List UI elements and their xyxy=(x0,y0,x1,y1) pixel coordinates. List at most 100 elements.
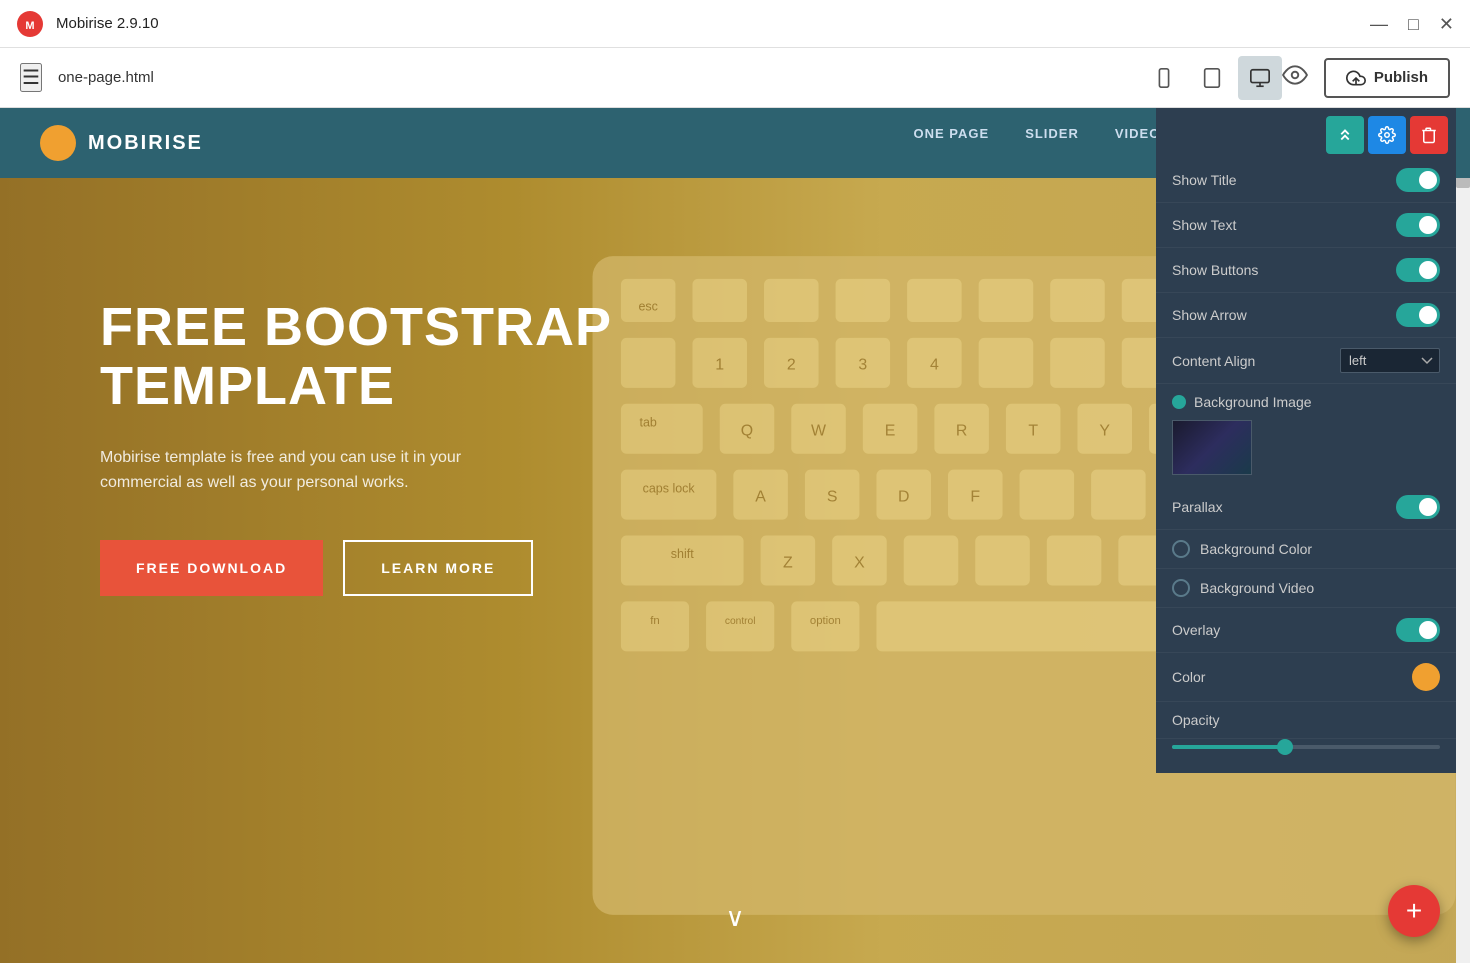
content-align-select[interactable]: left center right xyxy=(1340,348,1440,373)
hero-content: FREE BOOTSTRAP TEMPLATE Mobirise templat… xyxy=(100,298,660,596)
tablet-icon xyxy=(1201,67,1223,89)
parallax-label: Parallax xyxy=(1172,499,1396,515)
show-arrow-row: Show Arrow xyxy=(1156,293,1456,338)
minimize-button[interactable]: — xyxy=(1370,15,1388,33)
background-color-radio[interactable] xyxy=(1172,540,1190,558)
show-buttons-toggle[interactable] xyxy=(1396,258,1440,282)
fab-add-button[interactable]: + xyxy=(1388,885,1440,937)
show-arrow-label: Show Arrow xyxy=(1172,307,1396,323)
svg-text:T: T xyxy=(1028,423,1038,440)
svg-text:4: 4 xyxy=(929,357,938,374)
toggle-track xyxy=(1396,303,1440,327)
content-align-row: Content Align left center right xyxy=(1156,338,1456,384)
toggle-track xyxy=(1396,495,1440,519)
hero-title: FREE BOOTSTRAP TEMPLATE xyxy=(100,298,660,417)
svg-text:F: F xyxy=(970,488,980,505)
hero-subtitle: Mobirise template is free and you can us… xyxy=(100,445,540,496)
show-arrow-toggle[interactable] xyxy=(1396,303,1440,327)
maximize-button[interactable]: □ xyxy=(1408,15,1419,33)
eye-icon xyxy=(1282,62,1308,88)
toggle-thumb xyxy=(1419,498,1437,516)
svg-text:S: S xyxy=(826,488,837,505)
site-logo: MOBIRISE xyxy=(40,125,203,161)
bg-active-indicator xyxy=(1172,395,1186,409)
opacity-label-row: Opacity xyxy=(1156,702,1456,739)
background-image-label: Background Image xyxy=(1194,394,1440,410)
free-download-button[interactable]: FREE DOWNLOAD xyxy=(100,540,323,596)
opacity-slider-container xyxy=(1156,739,1456,753)
svg-text:3: 3 xyxy=(858,357,867,374)
preview-button[interactable] xyxy=(1282,62,1308,94)
bg-image-thumbnail-container xyxy=(1156,420,1456,485)
overlay-row: Overlay xyxy=(1156,608,1456,653)
menu-button[interactable]: ☰ xyxy=(20,63,42,92)
svg-text:1: 1 xyxy=(715,357,724,374)
mobile-icon xyxy=(1153,67,1175,89)
parallax-row: Parallax xyxy=(1156,485,1456,530)
preview-area: MOBIRISE ONE PAGE SLIDER VIDEO BG BLOG D… xyxy=(0,108,1470,963)
svg-text:E: E xyxy=(884,423,895,440)
background-color-row: Background Color xyxy=(1156,530,1456,569)
plus-icon: + xyxy=(1406,897,1422,925)
svg-text:2: 2 xyxy=(786,357,795,374)
scroll-arrow[interactable]: ∨ xyxy=(725,902,744,933)
toggle-track xyxy=(1396,213,1440,237)
settings-panel: Show Title Show Text Show Buttons xyxy=(1156,108,1456,773)
toggle-thumb xyxy=(1419,216,1437,234)
learn-more-button[interactable]: LEARN MORE xyxy=(343,540,533,596)
svg-text:shift: shift xyxy=(670,547,693,561)
svg-text:Y: Y xyxy=(1099,423,1110,440)
logo-text: MOBIRISE xyxy=(88,132,203,155)
bg-image-thumbnail[interactable] xyxy=(1172,420,1252,475)
publish-button[interactable]: Publish xyxy=(1324,58,1450,98)
parallax-toggle[interactable] xyxy=(1396,495,1440,519)
tablet-view-button[interactable] xyxy=(1190,56,1234,100)
toolbar: ☰ one-page.html xyxy=(0,48,1470,108)
opacity-slider-track[interactable] xyxy=(1172,745,1440,749)
mobile-view-button[interactable] xyxy=(1142,56,1186,100)
title-bar: M Mobirise 2.9.10 — □ ✕ xyxy=(0,0,1470,48)
svg-text:Z: Z xyxy=(783,554,793,571)
show-buttons-label: Show Buttons xyxy=(1172,262,1396,278)
opacity-label: Opacity xyxy=(1172,712,1440,728)
view-switcher xyxy=(1142,56,1282,100)
nav-link-slider[interactable]: SLIDER xyxy=(1025,126,1079,161)
settings-button[interactable] xyxy=(1368,116,1406,154)
show-title-row: Show Title xyxy=(1156,158,1456,203)
background-video-radio[interactable] xyxy=(1172,579,1190,597)
desktop-view-button[interactable] xyxy=(1238,56,1282,100)
logo-circle xyxy=(40,125,76,161)
show-title-label: Show Title xyxy=(1172,172,1396,188)
svg-text:R: R xyxy=(955,423,966,440)
toolbar-right: Publish xyxy=(1282,58,1450,98)
bg-image-preview xyxy=(1173,421,1251,474)
toggle-thumb xyxy=(1419,621,1437,639)
desktop-icon xyxy=(1249,67,1271,89)
toggle-thumb xyxy=(1419,171,1437,189)
nav-link-onepage[interactable]: ONE PAGE xyxy=(914,126,990,161)
color-picker[interactable] xyxy=(1412,663,1440,691)
color-label: Color xyxy=(1172,669,1412,685)
show-text-toggle[interactable] xyxy=(1396,213,1440,237)
svg-text:Q: Q xyxy=(740,423,752,440)
close-button[interactable]: ✕ xyxy=(1439,15,1454,33)
scrollbar-track xyxy=(1456,108,1470,963)
delete-block-button[interactable] xyxy=(1410,116,1448,154)
opacity-slider-thumb[interactable] xyxy=(1277,739,1293,755)
show-buttons-row: Show Buttons xyxy=(1156,248,1456,293)
svg-text:M: M xyxy=(25,20,34,32)
publish-label: Publish xyxy=(1374,69,1428,86)
show-title-toggle[interactable] xyxy=(1396,168,1440,192)
background-video-row: Background Video xyxy=(1156,569,1456,608)
gear-icon xyxy=(1378,126,1396,144)
toggle-track xyxy=(1396,168,1440,192)
svg-text:option: option xyxy=(809,615,840,627)
move-block-button[interactable] xyxy=(1326,116,1364,154)
trash-icon xyxy=(1420,126,1438,144)
opacity-slider-fill xyxy=(1172,745,1285,749)
overlay-toggle[interactable] xyxy=(1396,618,1440,642)
toggle-thumb xyxy=(1419,261,1437,279)
filename-label: one-page.html xyxy=(58,69,1142,86)
overlay-label: Overlay xyxy=(1172,622,1396,638)
background-video-label: Background Video xyxy=(1200,580,1440,596)
